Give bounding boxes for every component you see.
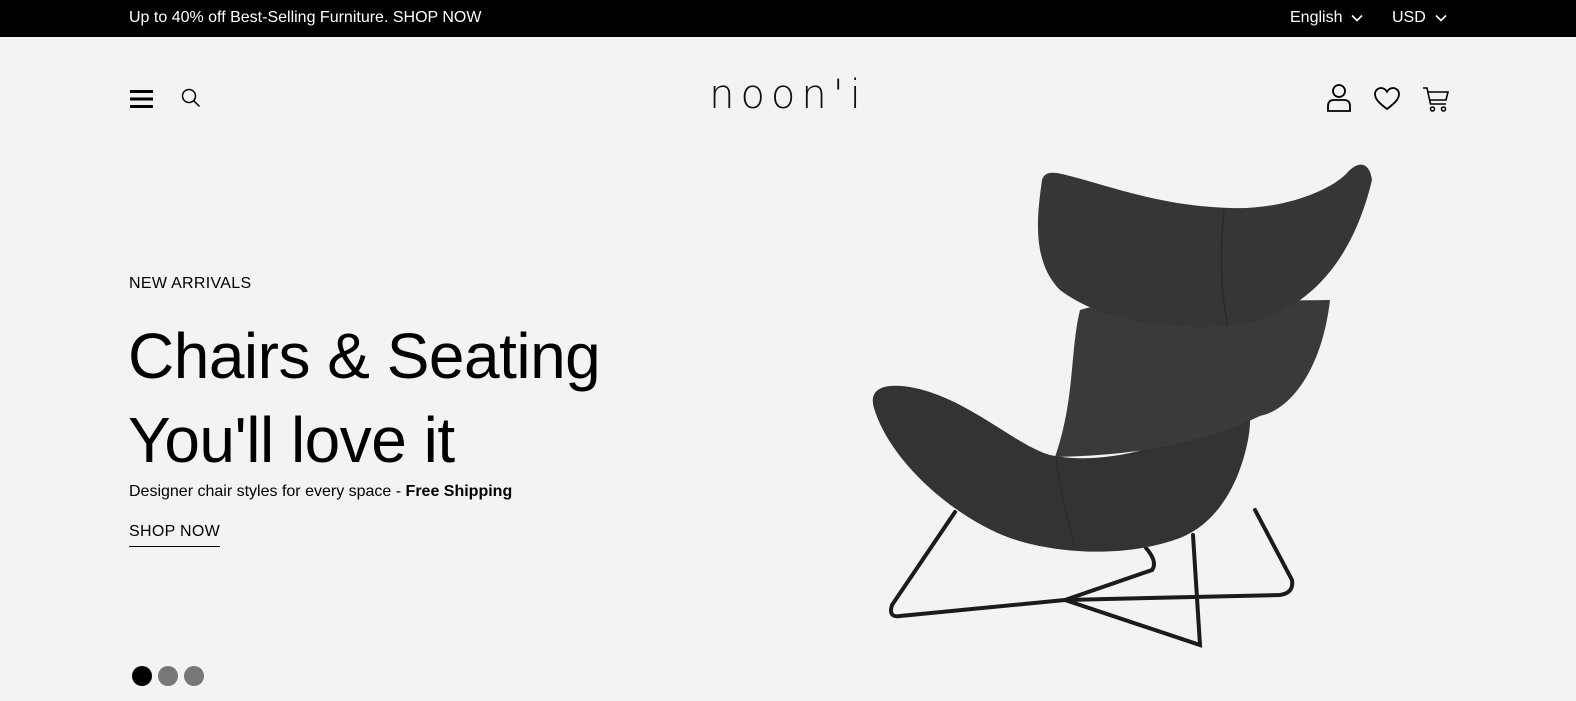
hero-subtitle: Designer chair styles for every space - … xyxy=(129,482,512,502)
heart-icon[interactable] xyxy=(1373,85,1401,113)
headline-line-1: Chairs & Seating xyxy=(128,320,601,392)
hero-headline: Chairs & Seating You'll love it xyxy=(128,314,601,482)
hero-eyebrow: NEW ARRIVALS xyxy=(129,275,252,292)
language-selector[interactable]: English xyxy=(1290,9,1364,27)
subtitle-highlight: Free Shipping xyxy=(405,483,513,500)
language-label: English xyxy=(1290,9,1343,26)
headline-line-2: You'll love it xyxy=(128,404,455,476)
slider-pagination xyxy=(132,666,204,686)
search-icon[interactable] xyxy=(180,87,202,109)
slide-dot-1[interactable] xyxy=(132,666,152,686)
announcement-bar: Up to 40% off Best-Selling Furniture. SH… xyxy=(0,0,1576,37)
menu-icon[interactable] xyxy=(130,89,154,109)
chevron-down-icon xyxy=(1351,14,1364,22)
site-header: noon'i xyxy=(0,37,1576,157)
promo-link[interactable]: Up to 40% off Best-Selling Furniture. SH… xyxy=(129,9,481,27)
cart-icon[interactable] xyxy=(1422,85,1450,113)
currency-selector[interactable]: USD xyxy=(1392,9,1447,27)
brand-logo[interactable]: noon'i xyxy=(700,71,876,119)
chevron-down-icon xyxy=(1435,14,1447,22)
currency-label: USD xyxy=(1392,9,1426,26)
chair-image xyxy=(872,164,1372,648)
shop-now-link[interactable]: SHOP NOW xyxy=(129,522,221,547)
slide-dot-3[interactable] xyxy=(184,666,204,686)
account-icon[interactable] xyxy=(1326,83,1352,113)
subtitle-text: Designer chair styles for every space - xyxy=(129,483,406,500)
slide-dot-2[interactable] xyxy=(158,666,178,686)
